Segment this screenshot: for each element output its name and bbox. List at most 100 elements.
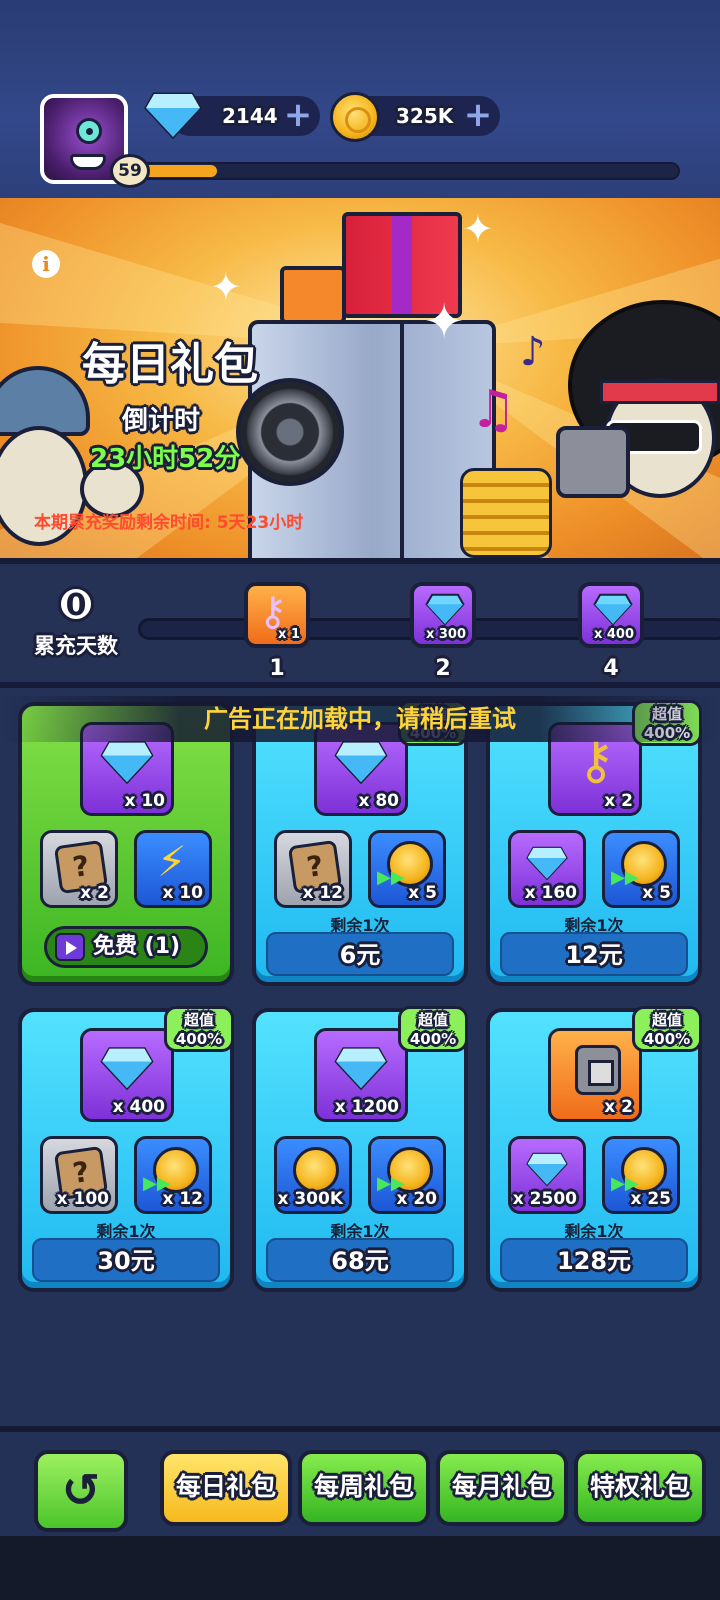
value-badge: 超值400%: [398, 1006, 468, 1052]
pack-item: ? x 12: [274, 830, 352, 908]
recharge-notice: 本期累充奖励剩余时间: 5天23小时: [34, 513, 304, 533]
gem-icon: [334, 741, 388, 785]
boombox-icon: [556, 426, 630, 498]
pack-item: ▶▶ x 5: [368, 830, 446, 908]
sparkle-icon: ✦: [210, 265, 242, 309]
badge-label: 超值: [651, 1011, 682, 1029]
pack-item: ⚡ x 10: [134, 830, 212, 908]
badge-label: 超值: [183, 1011, 214, 1029]
milestone-reward-day-4[interactable]: x 400: [578, 582, 644, 648]
item-qty: x 25: [630, 1189, 671, 1209]
item-qty: x 10: [124, 791, 165, 811]
milestone-day: 1: [269, 656, 285, 681]
item-qty: x 2: [604, 1097, 633, 1117]
pack-card[interactable]: x 10? x 2 ⚡ x 10 免费 (1): [18, 702, 234, 986]
fast-forward-icon: ▶▶: [611, 867, 639, 888]
pack-card[interactable]: 超值400%⚷x 2x 160▶▶x 5剩余1次12元: [486, 700, 702, 986]
music-note-icon: ♫: [470, 380, 517, 440]
tab-weekly-pack[interactable]: 每周礼包: [298, 1450, 430, 1526]
item-qty: x 100: [56, 1189, 109, 1209]
item-qty: x 2500: [512, 1189, 577, 1209]
player-level-badge: 59: [110, 154, 150, 188]
pack-item: ▶▶ x 20: [368, 1136, 446, 1214]
pack-card[interactable]: 超值400%x 80?x 12▶▶x 5剩余1次6元: [252, 700, 468, 986]
milestone-day: 2: [435, 656, 451, 681]
free-label: 免费 (1): [93, 934, 181, 959]
monster-mouth-icon: [70, 154, 106, 170]
gem-icon: [526, 1153, 568, 1187]
pack-card[interactable]: 超值 400% x 2x 2500 ▶▶ x 25 剩余1次 128元: [486, 1006, 702, 1292]
item-qty: x 1200: [334, 1097, 399, 1117]
item-qty: x 300K: [277, 1189, 343, 1209]
coin-count: 325K: [396, 104, 454, 128]
gem-icon: [100, 1047, 154, 1091]
buy-button[interactable]: 68元: [266, 1238, 454, 1282]
gem-icon: [425, 593, 465, 626]
item-qty: x 12: [302, 883, 343, 903]
ad-loading-toast: 广告正在加载中，请稍后重试: [0, 696, 720, 742]
pack-item: ▶▶ x 5: [602, 830, 680, 908]
buy-button[interactable]: 12元: [500, 932, 688, 976]
free-claim-button[interactable]: 免费 (1): [44, 926, 208, 968]
countdown-label: 倒计时: [122, 406, 201, 436]
add-gems-button[interactable]: +: [282, 98, 314, 132]
small-gift-icon: [280, 266, 346, 324]
xp-bar: [140, 162, 680, 180]
item-qty: x 12: [162, 1189, 203, 1209]
sparkle-icon: ✦: [462, 207, 494, 251]
recharge-days-label: 累充天数: [34, 634, 118, 658]
headband-icon: [600, 380, 720, 404]
pack-card[interactable]: 超值 400% x 400? x 100 ▶▶ x 12 剩余1次 30元: [18, 1006, 234, 1292]
buy-button[interactable]: 30元: [32, 1238, 220, 1282]
milestone-reward-day-1[interactable]: ⚷ x 1: [244, 582, 310, 648]
back-arrow-icon[interactable]: ↺: [34, 1450, 128, 1532]
pack-item: ▶▶ x 12: [134, 1136, 212, 1214]
value-badge: 超值400%: [164, 1006, 234, 1052]
system-nav-area: [0, 1536, 720, 1600]
pack-main-item: x 2: [548, 1028, 642, 1122]
gem-icon: [100, 741, 154, 785]
milestone-qty: x 1: [278, 627, 300, 642]
info-button[interactable]: i: [32, 250, 60, 278]
add-coins-button[interactable]: +: [462, 98, 494, 132]
recharge-days-count: 0: [58, 586, 94, 623]
sparkle-icon: ✦: [424, 294, 465, 350]
buy-button[interactable]: 128元: [500, 1238, 688, 1282]
pack-card[interactable]: 超值 400% x 1200 x 300K ▶▶ x 20 剩余1次 68元: [252, 1006, 468, 1292]
xp-bar-fill: [142, 165, 218, 177]
fast-forward-icon: ▶▶: [377, 867, 405, 888]
item-qty: x 5: [642, 883, 671, 903]
pack-item: ▶▶ x 25: [602, 1136, 680, 1214]
gem-icon: [144, 92, 202, 140]
daily-pack-banner: ✦ ✦ ✦ ♪ ♫ i 每日礼包 倒计时 23小时52分 本期累充奖励剩余时间:…: [0, 198, 720, 558]
value-badge: 超值400%: [632, 1006, 702, 1052]
buy-button[interactable]: 6元: [266, 932, 454, 976]
lightning-icon: ⚡: [157, 837, 187, 886]
coin-icon: [293, 1147, 339, 1193]
tab-monthly-pack[interactable]: 每月礼包: [436, 1450, 568, 1526]
music-note-icon: ♪: [520, 329, 546, 375]
pack-item: x 160: [508, 830, 586, 908]
monster-eye-icon: [76, 118, 102, 144]
milestone-reward-day-2[interactable]: x 300: [410, 582, 476, 648]
badge-percent: 400%: [409, 1030, 457, 1048]
item-qty: x 2: [604, 791, 633, 811]
tab-daily-pack[interactable]: 每日礼包: [160, 1450, 292, 1526]
gem-icon: [334, 1047, 388, 1091]
item-qty: x 10: [162, 883, 203, 903]
countdown-value: 23小时52分: [90, 444, 241, 474]
banner-title: 每日礼包: [82, 339, 258, 390]
pack-item: ? x 100: [40, 1136, 118, 1214]
key-icon: ⚷: [258, 589, 288, 635]
item-qty: x 400: [112, 1097, 165, 1117]
item-qty: x 2: [80, 883, 109, 903]
coin-icon: [330, 92, 380, 142]
video-play-icon: [55, 933, 85, 961]
badge-percent: 400%: [643, 1030, 691, 1048]
recharge-progress: 0 累充天数 ⚷ x 1 1 x 300 2 x 400 4: [0, 558, 720, 688]
item-qty: x 20: [396, 1189, 437, 1209]
pack-main-item: x 1200: [314, 1028, 408, 1122]
milestone-qty: x 400: [593, 627, 634, 642]
pack-main-item: x 400: [80, 1028, 174, 1122]
tab-privilege-pack[interactable]: 特权礼包: [574, 1450, 706, 1526]
